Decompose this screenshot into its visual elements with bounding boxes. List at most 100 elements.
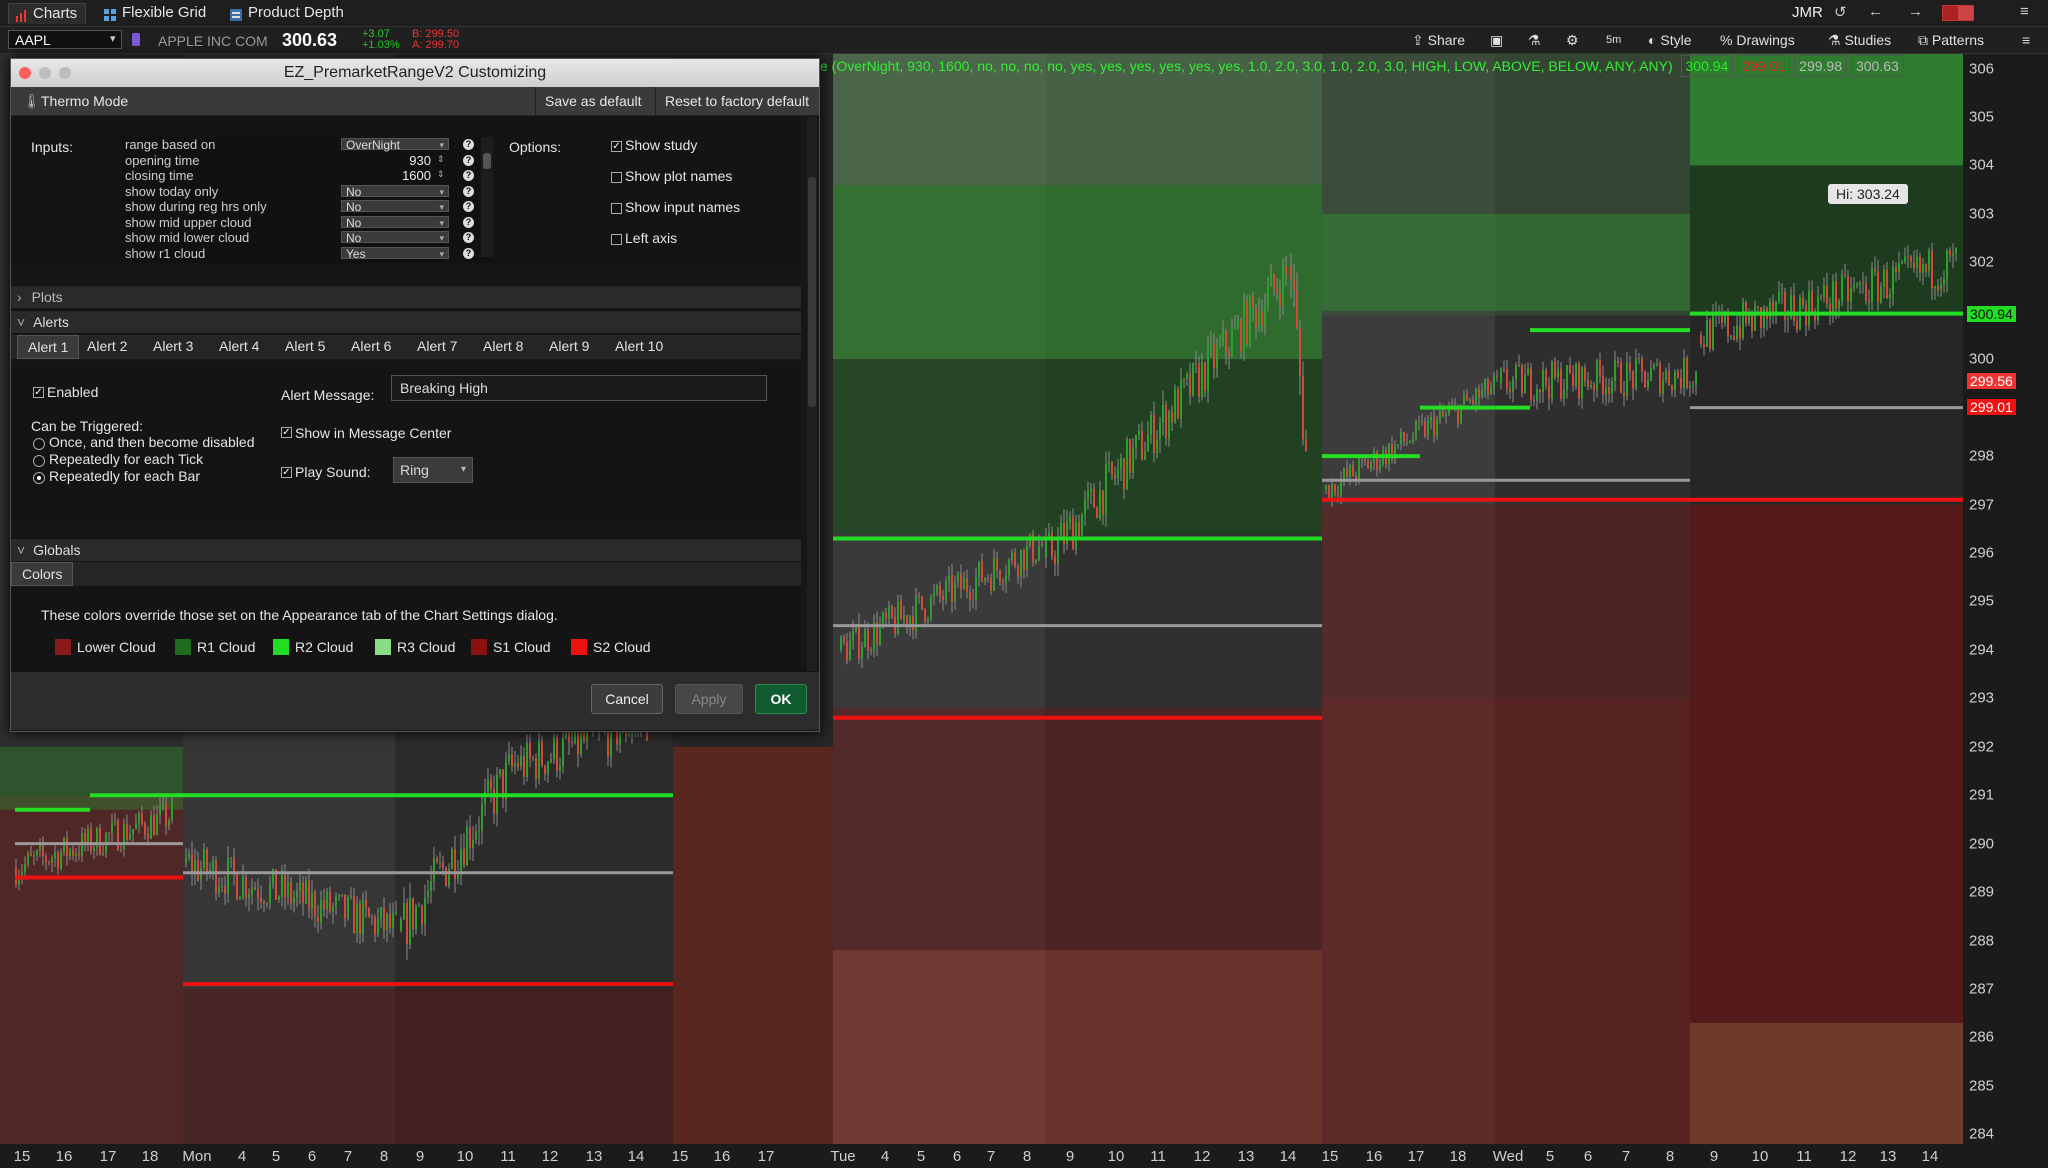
y-tick-label: 295	[1969, 592, 1995, 610]
help-icon[interactable]: ?	[463, 232, 474, 243]
candle-body	[1575, 363, 1577, 387]
patterns-button[interactable]: ⧉ Patterns	[1918, 31, 1984, 49]
color-swatch[interactable]	[175, 639, 191, 655]
color-swatch[interactable]	[375, 639, 391, 655]
scrollbar-thumb[interactable]	[808, 177, 816, 407]
inputs-list[interactable]: range based on OverNight ▾? opening time 930…	[121, 137, 491, 263]
tab-product-depth[interactable]: Product Depth	[224, 3, 352, 23]
alert-message-input[interactable]: Breaking High	[391, 375, 767, 401]
input-dropdown[interactable]: Yes ▾	[341, 246, 449, 260]
tab-alert-1[interactable]: Alert 1	[17, 335, 80, 359]
globals-section-header[interactable]: ˅ Globals	[11, 538, 801, 561]
help-icon[interactable]: ?	[463, 185, 474, 197]
plots-section-header[interactable]: › Plots	[11, 285, 801, 308]
close-icon[interactable]	[19, 67, 31, 79]
tab-flexible-grid[interactable]: Flexible Grid	[98, 3, 214, 23]
price-axis[interactable]: 306 305 304 303 302 300 298 297 296 295 294 293 292 2…	[1963, 54, 2048, 1144]
option-checkbox[interactable]	[611, 234, 622, 245]
option-label: Show input names	[625, 199, 741, 215]
symbol-input[interactable]: AAPL	[8, 30, 122, 49]
option-checkbox[interactable]	[611, 172, 622, 183]
tab-alert-7[interactable]: Alert 7	[407, 335, 467, 357]
candle-body	[392, 912, 394, 928]
help-icon[interactable]: ?	[463, 201, 474, 212]
tab-alert-4[interactable]: Alert 4	[209, 335, 269, 357]
minimize-icon[interactable]	[39, 67, 51, 79]
tab-alert-6[interactable]: Alert 6	[341, 335, 401, 357]
enabled-checkbox[interactable]: ✓	[33, 387, 44, 398]
candle-body	[1934, 286, 1936, 289]
color-swatch[interactable]	[55, 639, 71, 655]
input-number[interactable]: 1600	[381, 168, 431, 183]
inputs-scrollbar[interactable]	[481, 137, 493, 257]
help-icon[interactable]: ?	[463, 154, 474, 166]
play-sound-checkbox[interactable]: ✓	[281, 467, 292, 478]
help-icon[interactable]: ?	[463, 247, 474, 259]
tab-alert-9[interactable]: Alert 9	[539, 335, 599, 357]
candle-body	[212, 860, 214, 870]
reset-default-button[interactable]: Reset to factory default	[655, 87, 809, 115]
menu-icon[interactable]: ≡	[2022, 31, 2030, 49]
candle-body	[1135, 435, 1137, 448]
tab-colors[interactable]: Colors	[11, 562, 74, 586]
tab-alert-3[interactable]: Alert 3	[143, 335, 203, 357]
stepper-icon[interactable]: ⇕	[437, 169, 445, 180]
help-icon[interactable]: ?	[463, 216, 474, 228]
dialog-scrollbar[interactable]	[807, 117, 817, 727]
input-dropdown[interactable]: No ▾	[341, 215, 449, 229]
color-swatch[interactable]	[273, 639, 289, 655]
back-arrow-icon[interactable]: ←	[1868, 3, 1883, 20]
dialog-title-bar[interactable]: EZ_PremarketRangeV2 Customizing	[11, 59, 819, 87]
input-number[interactable]: 930	[381, 153, 431, 168]
forward-arrow-icon[interactable]: →	[1908, 3, 1923, 20]
style-button[interactable]: ◐ Style	[1648, 31, 1691, 49]
option-checkbox[interactable]: ✓	[611, 141, 622, 152]
menu-icon[interactable]: ≡	[2020, 3, 2029, 20]
link-color-icon[interactable]	[132, 33, 140, 46]
candle-body	[126, 823, 128, 840]
trigger-radio[interactable]	[33, 472, 45, 484]
tab-charts[interactable]: Charts	[8, 3, 87, 24]
input-dropdown[interactable]: No ▾	[341, 200, 449, 213]
zoom-icon[interactable]	[59, 67, 71, 79]
color-swatch[interactable]	[571, 639, 587, 655]
help-icon[interactable]: ?	[463, 170, 474, 181]
candle-body	[269, 883, 271, 904]
color-swatch[interactable]	[471, 639, 487, 655]
flask-icon[interactable]: ⚗	[1528, 31, 1541, 49]
alerts-section-header[interactable]: ˅ Alerts	[11, 310, 801, 333]
tab-alert-8[interactable]: Alert 8	[473, 335, 533, 357]
gear-icon[interactable]: ⚙	[1566, 31, 1579, 49]
stepper-icon[interactable]: ⇕	[437, 154, 445, 165]
tab-alert-2[interactable]: Alert 2	[77, 335, 137, 357]
tab-alert-5[interactable]: Alert 5	[275, 335, 335, 357]
drawings-button[interactable]: % Drawings	[1720, 31, 1795, 49]
sound-dropdown[interactable]: Ring ▾	[393, 457, 473, 483]
candle-body	[864, 629, 866, 648]
share-button[interactable]: ⇪ Share	[1412, 31, 1465, 49]
layout-icon[interactable]	[1942, 5, 1974, 21]
message-center-checkbox[interactable]: ✓	[281, 427, 292, 438]
tab-alert-10[interactable]: Alert 10	[605, 335, 673, 357]
candle-body	[1539, 389, 1541, 392]
undo-icon[interactable]: ↺	[1834, 3, 1847, 21]
cancel-button[interactable]: Cancel	[591, 684, 663, 714]
studies-button[interactable]: ⚗ Studies	[1828, 31, 1891, 49]
save-default-button[interactable]: Save as default	[535, 87, 642, 115]
input-dropdown[interactable]: No ▾	[341, 231, 449, 244]
ok-button[interactable]: OK	[755, 684, 807, 714]
help-icon[interactable]: ?	[463, 139, 474, 150]
candle-body	[1177, 389, 1179, 419]
scrollbar-thumb[interactable]	[483, 153, 491, 169]
trigger-radio[interactable]	[33, 438, 45, 450]
trigger-radio[interactable]	[33, 455, 45, 467]
chevron-down-icon[interactable]: ▾	[110, 32, 116, 45]
input-dropdown[interactable]: OverNight ▾	[341, 138, 449, 151]
thermo-mode-button[interactable]: Thermo Mode	[41, 87, 128, 115]
input-dropdown[interactable]: No ▾	[341, 184, 449, 198]
apply-button[interactable]: Apply	[675, 684, 743, 714]
snapshot-icon[interactable]: ▣	[1490, 31, 1503, 49]
time-axis[interactable]: 15 16 17 18 Mon 4 5 6 7 8 9 10 11 12 13 14 15 16 17 Tue 4 5 6 7…	[0, 1144, 2048, 1168]
option-checkbox[interactable]	[611, 203, 622, 214]
timeframe-button[interactable]: 5m	[1606, 31, 1621, 49]
